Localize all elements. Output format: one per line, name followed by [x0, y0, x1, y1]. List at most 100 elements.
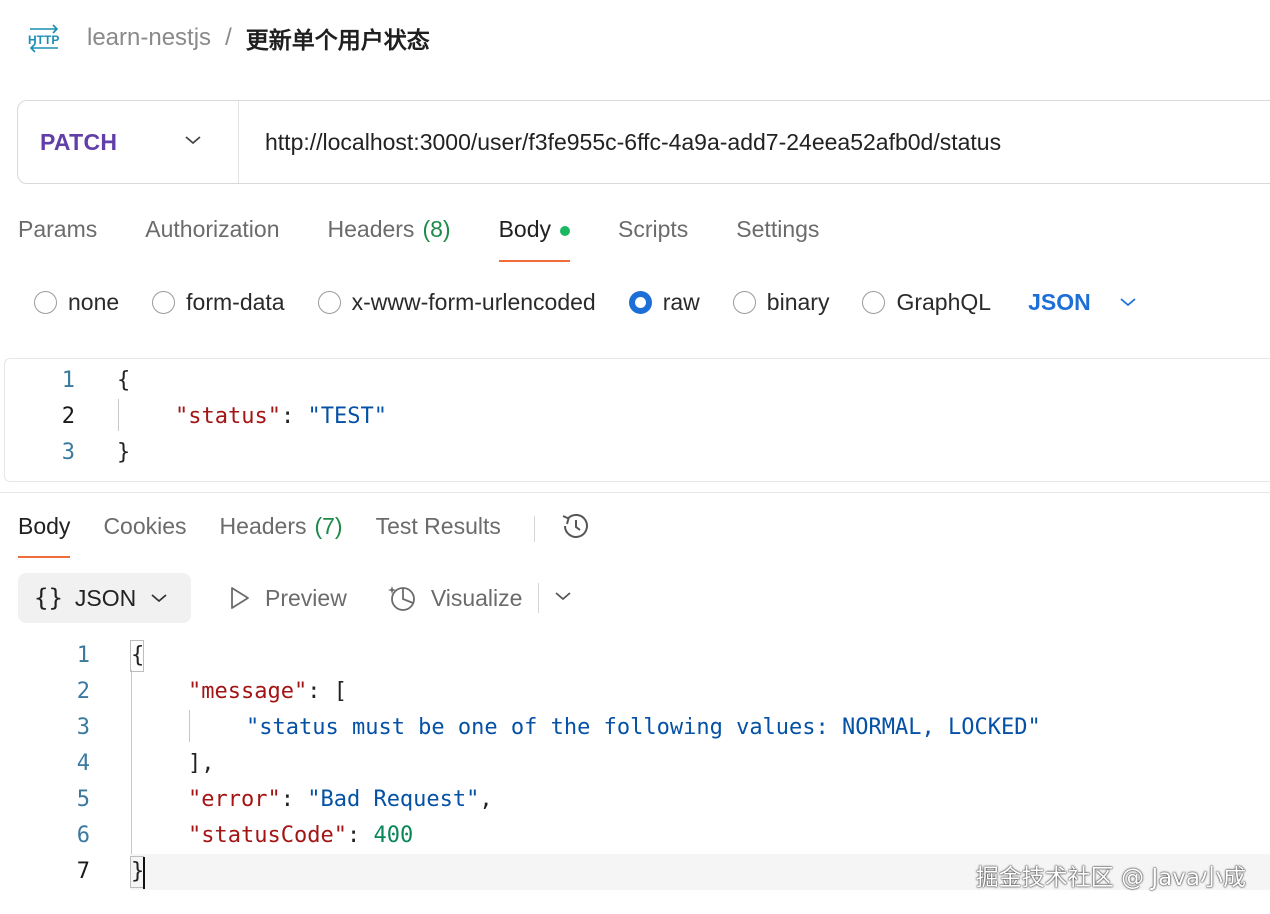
visualize-label: Visualize	[430, 584, 523, 611]
radio-button[interactable]	[152, 290, 176, 314]
response-tab-test-results[interactable]: Test Results	[376, 506, 501, 558]
json-colon: :	[280, 404, 308, 429]
radio-none[interactable]: none	[34, 289, 119, 316]
divider	[538, 583, 540, 613]
preview-button[interactable]: Preview	[229, 585, 347, 612]
url-input[interactable]	[265, 128, 1265, 156]
watermark: 掘金技术社区 @ Java小成	[975, 865, 1246, 891]
code-line: "error": "Bad Request",	[188, 782, 493, 818]
line-number: 3	[61, 440, 75, 465]
body-indicator-dot	[560, 226, 570, 236]
indent-guide	[131, 670, 132, 854]
method-select[interactable]: PATCH	[18, 101, 239, 183]
breadcrumb-separator: /	[225, 24, 232, 51]
response-format-select[interactable]: {} JSON	[18, 573, 191, 623]
json-key: "status"	[175, 404, 281, 429]
indent-guide	[189, 710, 190, 742]
tab-label: Body	[498, 216, 551, 242]
tab-label: Body	[18, 513, 71, 539]
response-tab-headers[interactable]: Headers (7)	[220, 506, 343, 558]
radio-label: form-data	[186, 288, 285, 315]
radio-label: binary	[766, 288, 830, 315]
response-tabs: Body Cookies Headers (7) Test Results	[18, 506, 593, 558]
line-number: 5	[76, 787, 90, 812]
tab-headers[interactable]: Headers (8)	[328, 208, 451, 262]
chevron-down-icon[interactable]	[553, 589, 573, 607]
tab-label: Headers	[219, 513, 307, 539]
radio-button[interactable]	[732, 290, 756, 314]
tab-body[interactable]: Body	[498, 208, 571, 262]
indent-guide	[118, 399, 119, 431]
radio-label: none	[68, 288, 120, 315]
json-string: "Bad Request"	[307, 787, 480, 812]
url-bar: PATCH	[17, 100, 1270, 184]
radio-label: raw	[662, 288, 700, 315]
tab-label: Params	[18, 216, 98, 242]
tab-label: Settings	[736, 216, 820, 242]
http-icon: HTTP	[26, 20, 62, 56]
json-bracket: ],	[188, 751, 215, 776]
radio-graphql[interactable]: GraphQL	[862, 289, 991, 316]
tab-label: Headers	[327, 216, 415, 242]
visualize-button[interactable]: Visualize	[387, 583, 523, 613]
json-string: "status must be one of the following val…	[246, 715, 1041, 740]
request-name[interactable]: 更新单个用户状态	[246, 21, 430, 55]
braces-icon: {}	[34, 584, 63, 612]
json-number: 400	[373, 823, 414, 848]
tab-scripts[interactable]: Scripts	[618, 208, 688, 262]
tab-params[interactable]: Params	[18, 208, 97, 262]
chevron-down-icon	[184, 133, 202, 151]
radio-label: GraphQL	[896, 288, 992, 315]
tab-label: Authorization	[145, 216, 280, 242]
radio-button[interactable]	[317, 290, 341, 314]
text-cursor	[143, 857, 145, 889]
code-line: "message": [	[188, 674, 347, 710]
radio-button[interactable]	[34, 290, 57, 314]
line-number: 6	[76, 823, 90, 848]
tab-label: Test Results	[375, 513, 501, 539]
json-string: "TEST"	[307, 404, 387, 429]
divider	[533, 516, 535, 542]
method-label: PATCH	[40, 128, 118, 155]
line-number: 2	[61, 404, 75, 429]
tab-label: Cookies	[103, 513, 187, 539]
breadcrumb-collection[interactable]: learn-nestjs	[87, 24, 211, 52]
play-icon	[231, 587, 249, 609]
response-tab-cookies[interactable]: Cookies	[103, 506, 186, 558]
response-toolbar: {} JSON Preview Visualize	[18, 573, 573, 623]
format-label: JSON	[74, 584, 137, 611]
code-line: "statusCode": 400	[188, 818, 413, 854]
line-number: 1	[61, 368, 75, 393]
radio-form-data[interactable]: form-data	[152, 288, 285, 316]
raw-format-label: JSON	[1028, 288, 1091, 315]
tab-settings[interactable]: Settings	[736, 208, 819, 262]
request-body-editor[interactable]: 1 2 3 { "status": "TEST" }	[4, 358, 1270, 482]
json-bracket: [	[333, 679, 347, 704]
radio-button[interactable]	[862, 290, 886, 314]
radio-binary[interactable]: binary	[732, 288, 830, 316]
radio-button-selected[interactable]	[628, 290, 652, 314]
json-colon: :	[307, 679, 334, 704]
radio-label: x-www-form-urlencoded	[351, 288, 596, 315]
json-key: "statusCode"	[188, 823, 347, 848]
history-icon[interactable]	[559, 509, 593, 548]
code-open-brace: {	[117, 368, 131, 393]
json-key: "error"	[188, 787, 281, 812]
line-number: 4	[76, 751, 90, 776]
line-number: 7	[76, 859, 90, 884]
radio-raw[interactable]: raw	[628, 288, 700, 316]
svg-text:HTTP: HTTP	[28, 33, 59, 47]
json-colon: :	[280, 787, 308, 812]
tab-authorization[interactable]: Authorization	[145, 208, 279, 262]
radio-urlencoded[interactable]: x-www-form-urlencoded	[317, 288, 596, 316]
header: HTTP learn-nestjs / 更新单个用户状态	[26, 20, 430, 56]
json-colon: :	[346, 823, 374, 848]
response-body-viewer[interactable]: 1 2 3 4 5 6 7 { "message": [ "status mus…	[0, 638, 1270, 894]
headers-count: (7)	[314, 513, 343, 539]
raw-format-select[interactable]: JSON	[1028, 289, 1137, 316]
code-open-brace: {	[131, 643, 145, 668]
line-number: 3	[76, 715, 90, 740]
response-tab-body[interactable]: Body	[18, 506, 71, 558]
panel-divider	[0, 492, 1270, 493]
chevron-down-icon	[1120, 298, 1136, 307]
